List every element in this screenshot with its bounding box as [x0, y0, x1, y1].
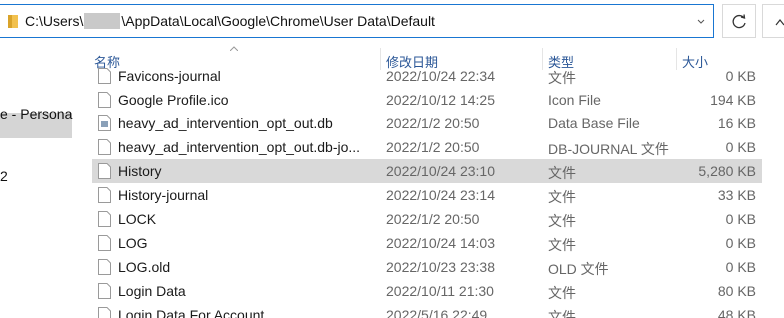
file-date: 2022/10/11 21:30 — [386, 283, 494, 299]
file-row[interactable]: LOG 2022/10/24 14:03 文件 0 KB — [92, 231, 762, 255]
file-type: 文件 — [548, 309, 576, 318]
chevron-down-icon[interactable] — [694, 15, 708, 29]
file-date: 2022/10/24 14:03 — [386, 235, 495, 251]
file-name: History-journal — [118, 187, 209, 203]
file-name: heavy_ad_intervention_opt_out.db — [118, 115, 333, 131]
address-path-end: \AppData\Local\Google\Chrome\User Data\D… — [121, 13, 435, 29]
file-size: 0 KB — [725, 259, 756, 275]
file-size: 33 KB — [717, 187, 756, 203]
file-date: 2022/1/2 20:50 — [386, 115, 480, 131]
file-row[interactable]: Google Profile.ico 2022/10/12 14:25 Icon F… — [92, 88, 762, 112]
file-size: 0 KB — [725, 68, 756, 84]
file-row[interactable]: Login Data For Account 2022/5/16 22:49 文件 4… — [92, 303, 762, 318]
file-size: 48 KB — [717, 307, 756, 318]
file-name: LOG — [118, 235, 148, 251]
folder-icon — [8, 15, 18, 28]
refresh-button[interactable] — [722, 4, 756, 38]
file-icon — [98, 68, 111, 84]
address-path-start: C:\Users\ — [25, 13, 84, 29]
file-size: 0 KB — [725, 211, 756, 227]
refresh-icon — [732, 14, 746, 29]
file-row[interactable]: History 2022/10/24 23:10 文件 5,280 KB — [92, 159, 762, 183]
file-name: heavy_ad_intervention_opt_out.db-jo... — [118, 139, 361, 155]
file-date: 2022/10/12 14:25 — [386, 92, 495, 108]
file-name: Favicons-journal — [118, 68, 221, 84]
file-row[interactable]: LOCK 2022/1/2 20:50 文件 0 KB — [92, 207, 762, 231]
file-type: 文件 — [548, 70, 576, 86]
file-size: 0 KB — [725, 139, 756, 155]
redacted-username — [84, 13, 121, 29]
file-row[interactable]: Favicons-journal 2022/10/24 22:34 文件 0 KB — [92, 64, 762, 88]
file-date: 2022/5/16 22:49 — [386, 307, 488, 318]
file-date: 2022/10/24 23:10 — [386, 163, 495, 179]
file-icon — [98, 139, 111, 155]
file-date: 2022/1/2 20:50 — [386, 211, 480, 227]
file-row[interactable]: LOG.old 2022/10/23 23:38 OLD 文件 0 KB — [92, 255, 762, 279]
file-type: DB-JOURNAL 文件 — [548, 141, 669, 157]
file-icon — [98, 211, 111, 227]
file-name: Login Data — [118, 283, 186, 299]
file-icon — [98, 235, 111, 251]
file-name: LOG.old — [118, 259, 171, 275]
file-size: 80 KB — [717, 283, 756, 299]
sort-ascending-icon — [230, 46, 238, 51]
file-type: 文件 — [548, 285, 576, 301]
file-row[interactable]: Login Data 2022/10/11 21:30 文件 80 KB — [92, 279, 762, 303]
file-type: Icon File — [548, 92, 601, 108]
file-icon — [98, 259, 111, 275]
file-type: 文件 — [548, 237, 576, 253]
file-name: Login Data For Account — [118, 307, 265, 318]
file-type: 文件 — [548, 213, 576, 229]
file-name: History — [118, 163, 162, 179]
file-icon — [98, 307, 111, 318]
file-date: 2022/10/24 23:14 — [386, 187, 495, 203]
file-name: Google Profile.ico — [118, 92, 229, 108]
file-size: 5,280 KB — [698, 163, 756, 179]
file-icon — [98, 283, 111, 299]
file-name: LOCK — [118, 211, 157, 227]
file-row[interactable]: heavy_ad_intervention_opt_out.db 2022/1/2… — [92, 111, 762, 135]
file-list: Favicons-journal 2022/10/24 22:34 文件 0 KB Go… — [0, 58, 784, 318]
file-icon — [98, 163, 111, 179]
database-file-icon — [98, 115, 111, 131]
file-size: 16 KB — [717, 115, 756, 131]
file-type: OLD 文件 — [548, 261, 609, 277]
file-size: 0 KB — [725, 235, 756, 251]
file-size: 194 KB — [710, 92, 756, 108]
file-icon — [98, 92, 111, 108]
file-row[interactable]: heavy_ad_intervention_opt_out.db-jo... 20… — [92, 135, 762, 159]
file-type: Data Base File — [548, 115, 640, 131]
address-path[interactable]: C:\Users\ \AppData\Local\Google\Chrome\Us… — [25, 13, 435, 29]
address-bar[interactable]: C:\Users\ \AppData\Local\Google\Chrome\Us… — [0, 4, 714, 38]
file-row[interactable]: History-journal 2022/10/24 23:14 文件 33 KB — [92, 183, 762, 207]
file-type: 文件 — [548, 189, 576, 205]
chevron-up-icon — [775, 19, 784, 26]
file-date: 2022/10/23 23:38 — [386, 259, 495, 275]
file-date: 2022/10/24 22:34 — [386, 68, 495, 84]
file-icon — [98, 187, 111, 203]
file-date: 2022/1/2 20:50 — [386, 139, 480, 155]
up-button[interactable] — [762, 4, 784, 38]
file-type: 文件 — [548, 165, 576, 181]
